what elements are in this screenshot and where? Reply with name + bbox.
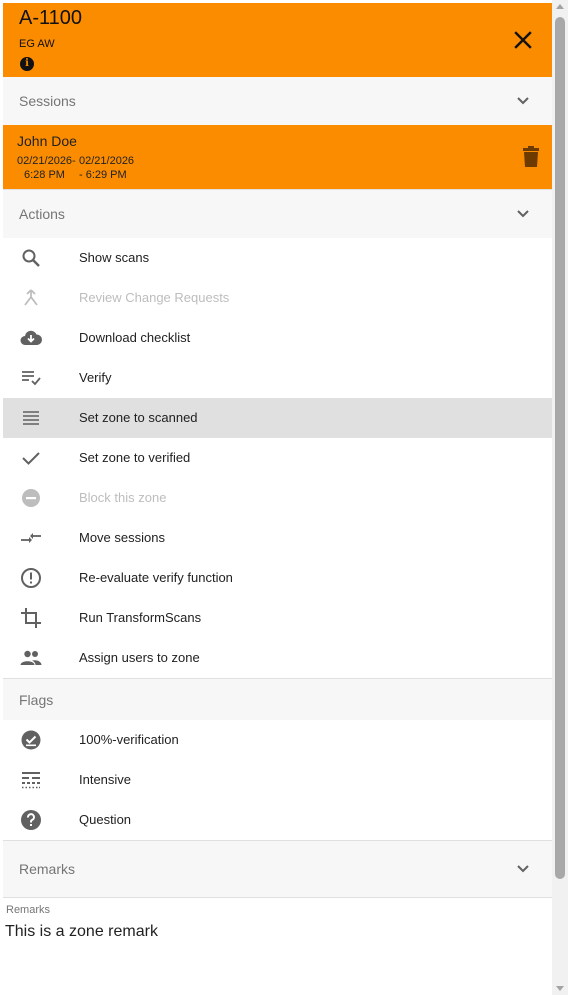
sessions-section-header[interactable]: Sessions (3, 77, 552, 125)
menu-label: Set zone to verified (79, 450, 191, 465)
list-icon (23, 411, 39, 425)
scroll-thumb[interactable] (555, 17, 565, 879)
chevron-down-icon[interactable] (513, 204, 533, 224)
session-user: John Doe (17, 133, 77, 149)
remarks-text[interactable]: This is a zone remark (5, 923, 158, 941)
flag-100-verification[interactable]: 100%-verification (3, 720, 552, 760)
menu-label: Intensive (79, 772, 132, 787)
check-icon (22, 452, 40, 465)
action-run-transformscans[interactable]: Run TransformScans (3, 598, 552, 638)
chevron-down-icon[interactable] (513, 91, 533, 111)
session-start-time: 6:28 PM (24, 169, 65, 181)
crop-icon (21, 608, 41, 628)
zone-title: A-1100 (19, 7, 83, 29)
session-end-date: 02/21/2026 (79, 155, 135, 167)
menu-label: Set zone to scanned (79, 410, 198, 425)
actions-section-header[interactable]: Actions (3, 190, 552, 238)
menu-label: Move sessions (79, 530, 165, 545)
session-end-time: - 6:29 PM (79, 169, 127, 181)
session-start: 02/21/2026- 6:28 PM (17, 154, 76, 182)
search-icon (22, 249, 40, 267)
trash-icon[interactable] (521, 146, 541, 168)
zone-header: A-1100 EG AW i (3, 3, 552, 77)
menu-label: Download checklist (79, 330, 191, 345)
line-style-icon (22, 772, 40, 789)
block-icon (22, 489, 40, 507)
cloud-download-icon (20, 330, 43, 345)
zone-subtitle: EG AW (19, 38, 55, 50)
menu-label: Run TransformScans (79, 610, 202, 625)
session-end: 02/21/2026 - 6:29 PM (79, 154, 134, 182)
session-start-date: 02/21/2026- (17, 155, 76, 167)
scroll-up-arrow-icon[interactable] (556, 4, 564, 9)
flags-title: Flags (19, 692, 54, 708)
menu-label: Question (79, 812, 132, 827)
session-card[interactable]: John Doe 02/21/2026- 6:28 PM 02/21/2026 … (3, 125, 552, 189)
remarks-section-header[interactable]: Remarks (3, 841, 552, 897)
action-set-zone-scanned[interactable]: Set zone to scanned (3, 398, 552, 438)
close-icon[interactable] (511, 28, 535, 52)
menu-label: Verify (79, 370, 112, 385)
remarks-field-label: Remarks (6, 904, 51, 916)
merge-icon (24, 289, 38, 306)
sessions-title: Sessions (19, 93, 76, 109)
scrollbar[interactable] (552, 0, 568, 995)
menu-label: 100%-verification (79, 732, 179, 747)
check-circle-icon (21, 730, 41, 750)
scroll-down-arrow-icon[interactable] (556, 986, 564, 991)
action-download-checklist[interactable]: Download checklist (3, 318, 552, 358)
action-assign-users[interactable]: Assign users to zone (3, 638, 552, 678)
chevron-down-icon[interactable] (513, 859, 533, 879)
info-icon[interactable]: i (20, 57, 34, 71)
playlist-check-icon (22, 371, 41, 386)
menu-label: Re-evaluate verify function (79, 570, 233, 585)
action-review-change-requests[interactable]: Review Change Requests (3, 278, 552, 318)
actions-title: Actions (19, 206, 65, 222)
menu-label: Assign users to zone (79, 650, 200, 665)
menu-label: Review Change Requests (79, 290, 230, 305)
action-move-sessions[interactable]: Move sessions (3, 518, 552, 558)
menu-label: Show scans (79, 250, 150, 265)
flag-question[interactable]: Question (3, 800, 552, 840)
action-block-zone[interactable]: Block this zone (3, 478, 552, 518)
help-icon (21, 810, 41, 830)
flag-intensive[interactable]: Intensive (3, 760, 552, 800)
alert-circle-icon (21, 568, 41, 588)
zone-details-panel: A-1100 EG AW i Sessions John Doe 02/21/2… (3, 3, 552, 995)
action-set-zone-verified[interactable]: Set zone to verified (3, 438, 552, 478)
action-reevaluate-verify[interactable]: Re-evaluate verify function (3, 558, 552, 598)
flags-section-header: Flags (3, 679, 552, 720)
divider (3, 897, 552, 898)
people-icon (20, 650, 42, 665)
action-verify[interactable]: Verify (3, 358, 552, 398)
action-show-scans[interactable]: Show scans (3, 238, 552, 278)
menu-label: Block this zone (79, 490, 167, 505)
remarks-title: Remarks (19, 861, 76, 877)
compare-arrows-icon (21, 533, 41, 543)
